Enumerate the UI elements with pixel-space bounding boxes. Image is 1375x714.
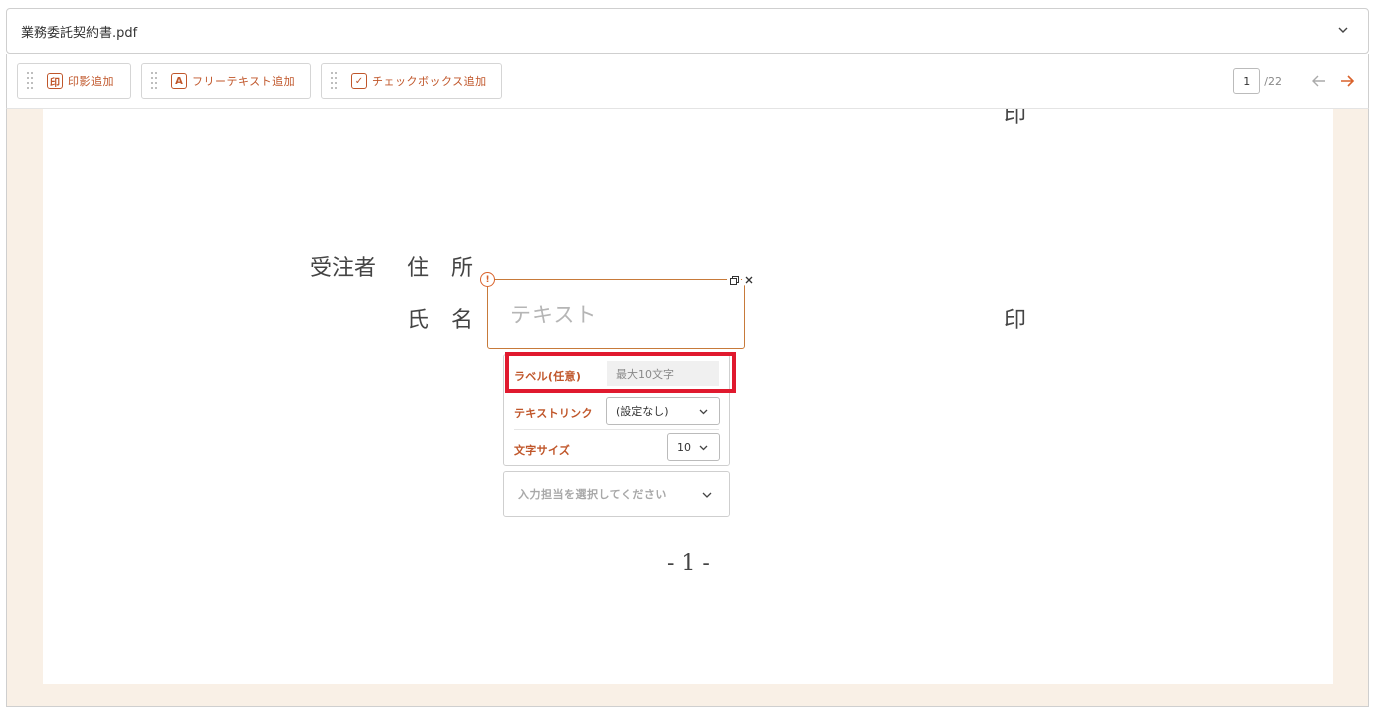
file-selector[interactable]: 業務委託契約書.pdf [6, 8, 1369, 54]
seal-icon: 印 [47, 73, 63, 89]
add-checkbox-label: チェックボックス追加 [372, 75, 487, 88]
seal-mark: 印 [1004, 308, 1027, 333]
chevron-down-icon [699, 409, 708, 415]
top-seal-mark: 印 [1004, 109, 1027, 128]
warning-icon: ! [480, 272, 495, 287]
checkbox-icon: ✓ [351, 73, 367, 89]
file-name: 業務委託契約書.pdf [21, 25, 138, 41]
add-seal-label: 印影追加 [68, 75, 114, 88]
drag-handle-icon[interactable] [331, 72, 337, 90]
text-link-select[interactable]: (設定なし) [606, 397, 720, 425]
drag-handle-icon[interactable] [27, 72, 33, 90]
next-page-icon[interactable] [1338, 72, 1356, 90]
chevron-down-icon[interactable] [1336, 23, 1350, 37]
font-size-title: 文字サイズ [514, 444, 571, 457]
free-text-field[interactable]: テキスト [487, 279, 745, 349]
chevron-down-icon [699, 445, 708, 451]
divider [514, 429, 719, 430]
add-seal-button[interactable]: 印 印影追加 [17, 63, 131, 99]
add-free-text-label: フリーテキスト追加 [192, 75, 296, 88]
add-free-text-button[interactable]: A フリーテキスト追加 [141, 63, 311, 99]
pager: 1 /22 [1233, 68, 1356, 94]
contractor-label: 受注者 [310, 256, 377, 281]
address-label: 住 所 [407, 256, 474, 281]
assignee-select[interactable]: 入力担当を選択してください [503, 471, 730, 517]
add-checkbox-button[interactable]: ✓ チェックボックス追加 [321, 63, 502, 99]
assignee-placeholder: 入力担当を選択してください [518, 488, 667, 501]
divider [514, 392, 719, 393]
toolbar: 印 印影追加 A フリーテキスト追加 ✓ チェックボックス追加 1 /22 [6, 54, 1369, 109]
drag-handle-icon[interactable] [151, 72, 157, 90]
font-size-select[interactable]: 10 [667, 433, 720, 461]
duplicate-icon[interactable] [727, 273, 741, 287]
text-link-value: (設定なし) [616, 405, 669, 418]
label-input[interactable]: 最大10文字 [607, 361, 719, 386]
prev-page-icon[interactable] [1310, 72, 1328, 90]
chevron-down-icon [702, 492, 712, 498]
close-icon[interactable] [742, 273, 756, 287]
text-link-title: テキストリンク [514, 407, 593, 420]
text-icon: A [171, 73, 187, 89]
font-size-value: 10 [677, 440, 691, 454]
page-number-input[interactable]: 1 [1233, 68, 1261, 94]
name-label: 氏 名 [407, 308, 474, 333]
page-total: /22 [1264, 74, 1282, 88]
field-properties-panel: ラベル(任意) 最大10文字 テキストリンク (設定なし) 文字サイズ 10 [503, 354, 730, 466]
label-title: ラベル(任意) [514, 370, 582, 383]
page-number: - 1 - [667, 551, 710, 576]
